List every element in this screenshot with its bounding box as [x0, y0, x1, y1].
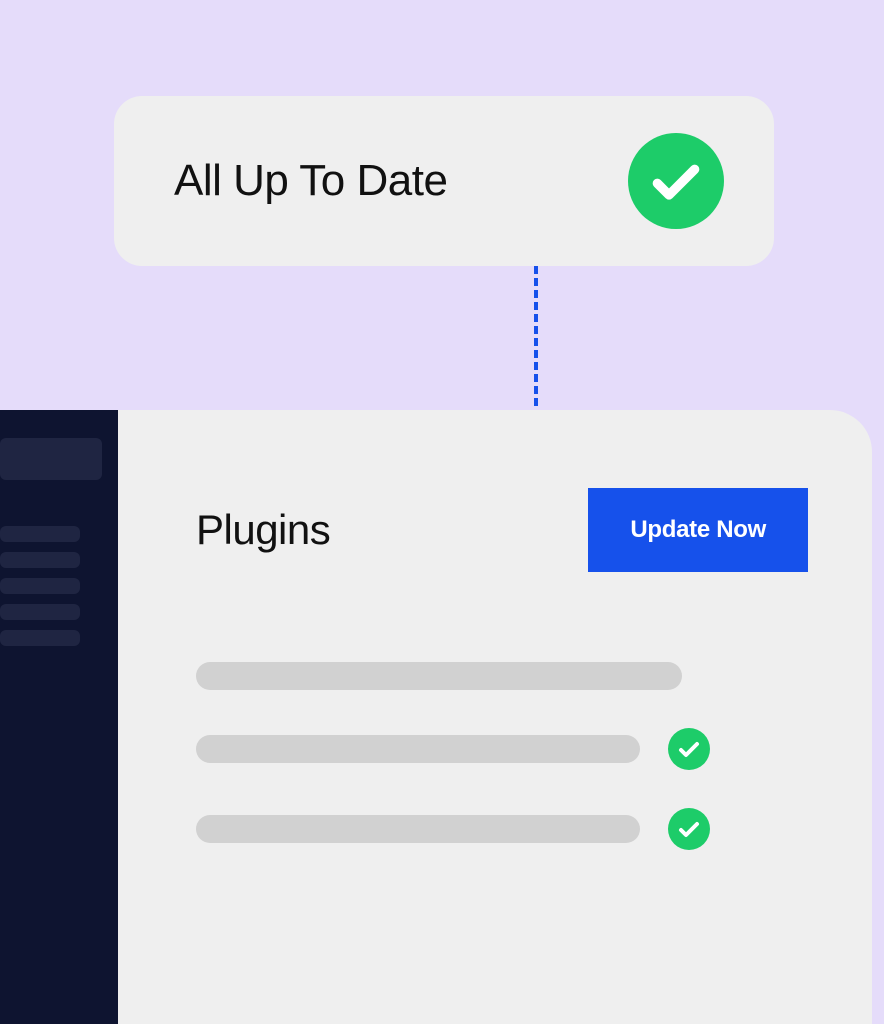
sidebar-item[interactable]	[0, 630, 80, 646]
sidebar-item[interactable]	[0, 578, 80, 594]
plugins-panel-container: Plugins Update Now	[0, 410, 872, 1024]
status-card: All Up To Date	[114, 96, 774, 266]
check-icon	[668, 808, 710, 850]
sidebar-item[interactable]	[0, 526, 80, 542]
plugin-row	[196, 728, 808, 770]
plugin-name-placeholder	[196, 662, 682, 690]
status-text: All Up To Date	[174, 156, 447, 206]
plugin-name-placeholder	[196, 815, 640, 843]
sidebar-item[interactable]	[0, 604, 80, 620]
sidebar-item[interactable]	[0, 438, 102, 480]
sidebar	[0, 410, 118, 1024]
panel-header: Plugins Update Now	[196, 488, 808, 572]
update-now-button[interactable]: Update Now	[588, 488, 808, 572]
plugin-list	[196, 662, 808, 850]
check-icon	[668, 728, 710, 770]
plugin-row	[196, 662, 808, 690]
check-icon	[628, 133, 724, 229]
main-panel: Plugins Update Now	[118, 410, 872, 1024]
sidebar-item[interactable]	[0, 552, 80, 568]
plugin-row	[196, 808, 808, 850]
panel-title: Plugins	[196, 506, 330, 554]
plugin-name-placeholder	[196, 735, 640, 763]
